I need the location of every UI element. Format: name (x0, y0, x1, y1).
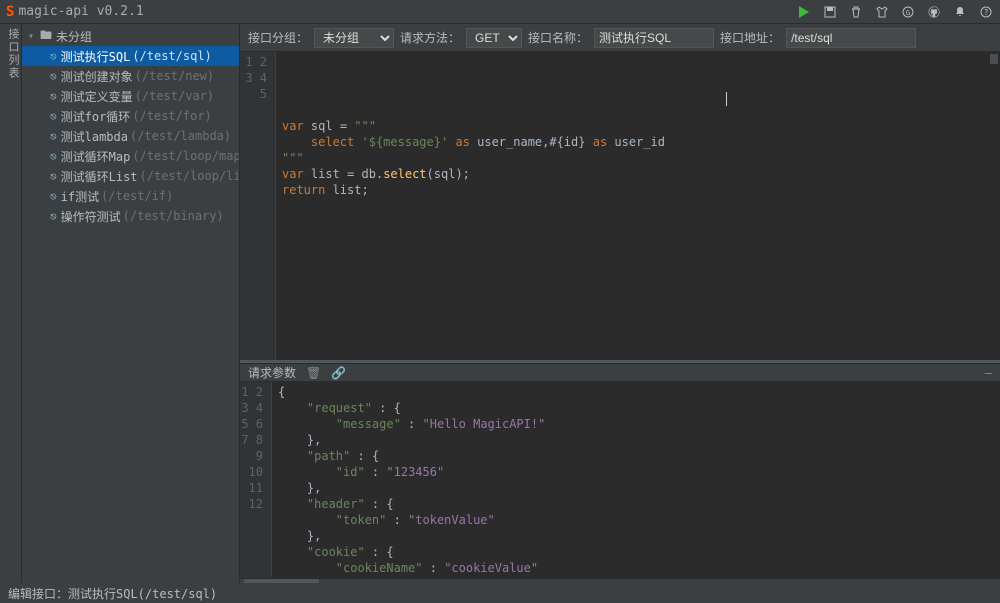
github-icon[interactable] (926, 4, 942, 20)
name-label: 接口名称： (528, 29, 588, 46)
sidebar-item[interactable]: ⎋ 测试循环Map (/test/loop/map) (22, 146, 239, 166)
status-text: 编辑接口：测试执行SQL(/test/sql) (8, 585, 217, 602)
sidebar-item-hint: (/test/for) (132, 109, 211, 123)
group-select[interactable]: 未分组 (314, 28, 394, 48)
sidebar-item-label: if测试 (61, 188, 99, 205)
titlebar-actions: G ? (796, 4, 994, 20)
panel-header: 请求参数 🗑 🔗 — (240, 364, 1000, 382)
api-tree: ▾ 🖿 未分组 ⎋ 测试执行SQL (/test/sql) ⎋ 测试创建对象 (/te… (22, 24, 240, 583)
gitee-icon[interactable]: G (900, 4, 916, 20)
editor-code[interactable]: var sql = """ select '${message}' as use… (276, 52, 1000, 360)
method-select[interactable]: GET (466, 28, 522, 48)
sidebar-item-hint: (/test/if) (101, 189, 173, 203)
save-icon[interactable] (822, 4, 838, 20)
sidebar-item-label: 操作符测试 (61, 208, 121, 225)
trash-icon[interactable]: 🗑 (306, 366, 321, 380)
svg-text:G: G (906, 9, 910, 17)
sidebar-item[interactable]: ⎋ if测试 (/test/if) (22, 186, 239, 206)
sidebar-item-hint: (/test/binary) (123, 209, 224, 223)
api-icon: ⎋ (50, 150, 57, 163)
text-cursor (726, 92, 727, 106)
sidebar-item[interactable]: ⎋ 测试lambda (/test/lambda) (22, 126, 239, 146)
svg-text:?: ? (984, 8, 989, 17)
minimize-icon[interactable]: — (985, 366, 992, 380)
panel-gutter: 1 2 3 4 5 6 7 8 9 10 11 12 (240, 382, 272, 578)
addr-label: 接口地址： (720, 29, 780, 46)
sidebar-item-label: 测试循环List (61, 168, 138, 185)
scroll-indicator (990, 54, 998, 64)
sidebar-item-hint: (/test/loop/list) (140, 169, 240, 183)
api-icon: ⎋ (50, 90, 57, 103)
api-icon: ⎋ (50, 190, 57, 203)
api-icon: ⎋ (50, 70, 57, 83)
sidebar-item-hint: (/test/lambda) (130, 129, 231, 143)
editor-gutter: 1 2 3 4 5 (240, 52, 276, 360)
sidebar-item[interactable]: ⎋ 测试定义变量 (/test/var) (22, 86, 239, 106)
sidebar-item-hint: (/test/var) (135, 89, 214, 103)
sidebar-item-label: 测试执行SQL (61, 48, 131, 65)
trash-icon[interactable] (848, 4, 864, 20)
sidebar-item-label: 测试创建对象 (61, 68, 133, 85)
run-icon[interactable] (796, 4, 812, 20)
tree-root-label: 未分组 (56, 28, 92, 45)
api-icon: ⎋ (50, 130, 57, 143)
method-label: 请求方法： (400, 29, 460, 46)
api-icon: ⎋ (50, 210, 57, 223)
sidebar-item-label: 测试for循环 (61, 108, 131, 125)
app-title: magic-api v0.2.1 (18, 4, 143, 19)
sidebar-item[interactable]: ⎋ 测试创建对象 (/test/new) (22, 66, 239, 86)
sidebar-item[interactable]: ⎋ 测试执行SQL (/test/sql) (22, 46, 239, 66)
sidebar-item-label: 测试lambda (61, 128, 128, 145)
addr-input[interactable] (786, 28, 916, 48)
api-icon: ⎋ (50, 50, 57, 63)
sidebar-item-hint: (/test/new) (135, 69, 214, 83)
group-label: 接口分组： (248, 29, 308, 46)
chevron-down-icon: ▾ (28, 31, 40, 42)
api-toolbar: 接口分组： 未分组 请求方法： GET 接口名称： 接口地址： (240, 24, 1000, 52)
code-editor[interactable]: 1 2 3 4 5 var sql = """ select '${messag… (240, 52, 1000, 360)
name-input[interactable] (594, 28, 714, 48)
sidebar-item[interactable]: ⎋ 测试for循环 (/test/for) (22, 106, 239, 126)
bell-icon[interactable] (952, 4, 968, 20)
api-icon: ⎋ (50, 170, 57, 183)
sidebar-item-hint: (/test/sql) (132, 49, 211, 63)
shirt-icon[interactable] (874, 4, 890, 20)
sidebar-item[interactable]: ⎋ 测试循环List (/test/loop/list) (22, 166, 239, 186)
sidebar-item-label: 测试定义变量 (61, 88, 133, 105)
api-icon: ⎋ (50, 110, 57, 123)
left-rail[interactable]: 接口列表 (0, 24, 22, 583)
help-icon[interactable]: ? (978, 4, 994, 20)
link-icon[interactable]: 🔗 (331, 366, 346, 380)
sidebar-item-hint: (/test/loop/map) (132, 149, 240, 163)
folder-icon: 🖿 (40, 26, 52, 47)
panel-title: 请求参数 (248, 364, 296, 381)
panel-code[interactable]: { "request" : { "message" : "Hello Magic… (272, 382, 1000, 578)
app-logo: S (6, 4, 14, 20)
titlebar: S magic-api v0.2.1 G ? (0, 0, 1000, 24)
sidebar-item[interactable]: ⎋ 操作符测试 (/test/binary) (22, 206, 239, 226)
tree-root-row[interactable]: ▾ 🖿 未分组 (22, 26, 239, 46)
statusbar: 编辑接口：测试执行SQL(/test/sql) (0, 583, 1000, 603)
sidebar-item-label: 测试循环Map (61, 148, 131, 165)
request-panel: 请求参数 🗑 🔗 — 1 2 3 4 5 6 7 8 9 10 11 12 { … (240, 363, 1000, 583)
